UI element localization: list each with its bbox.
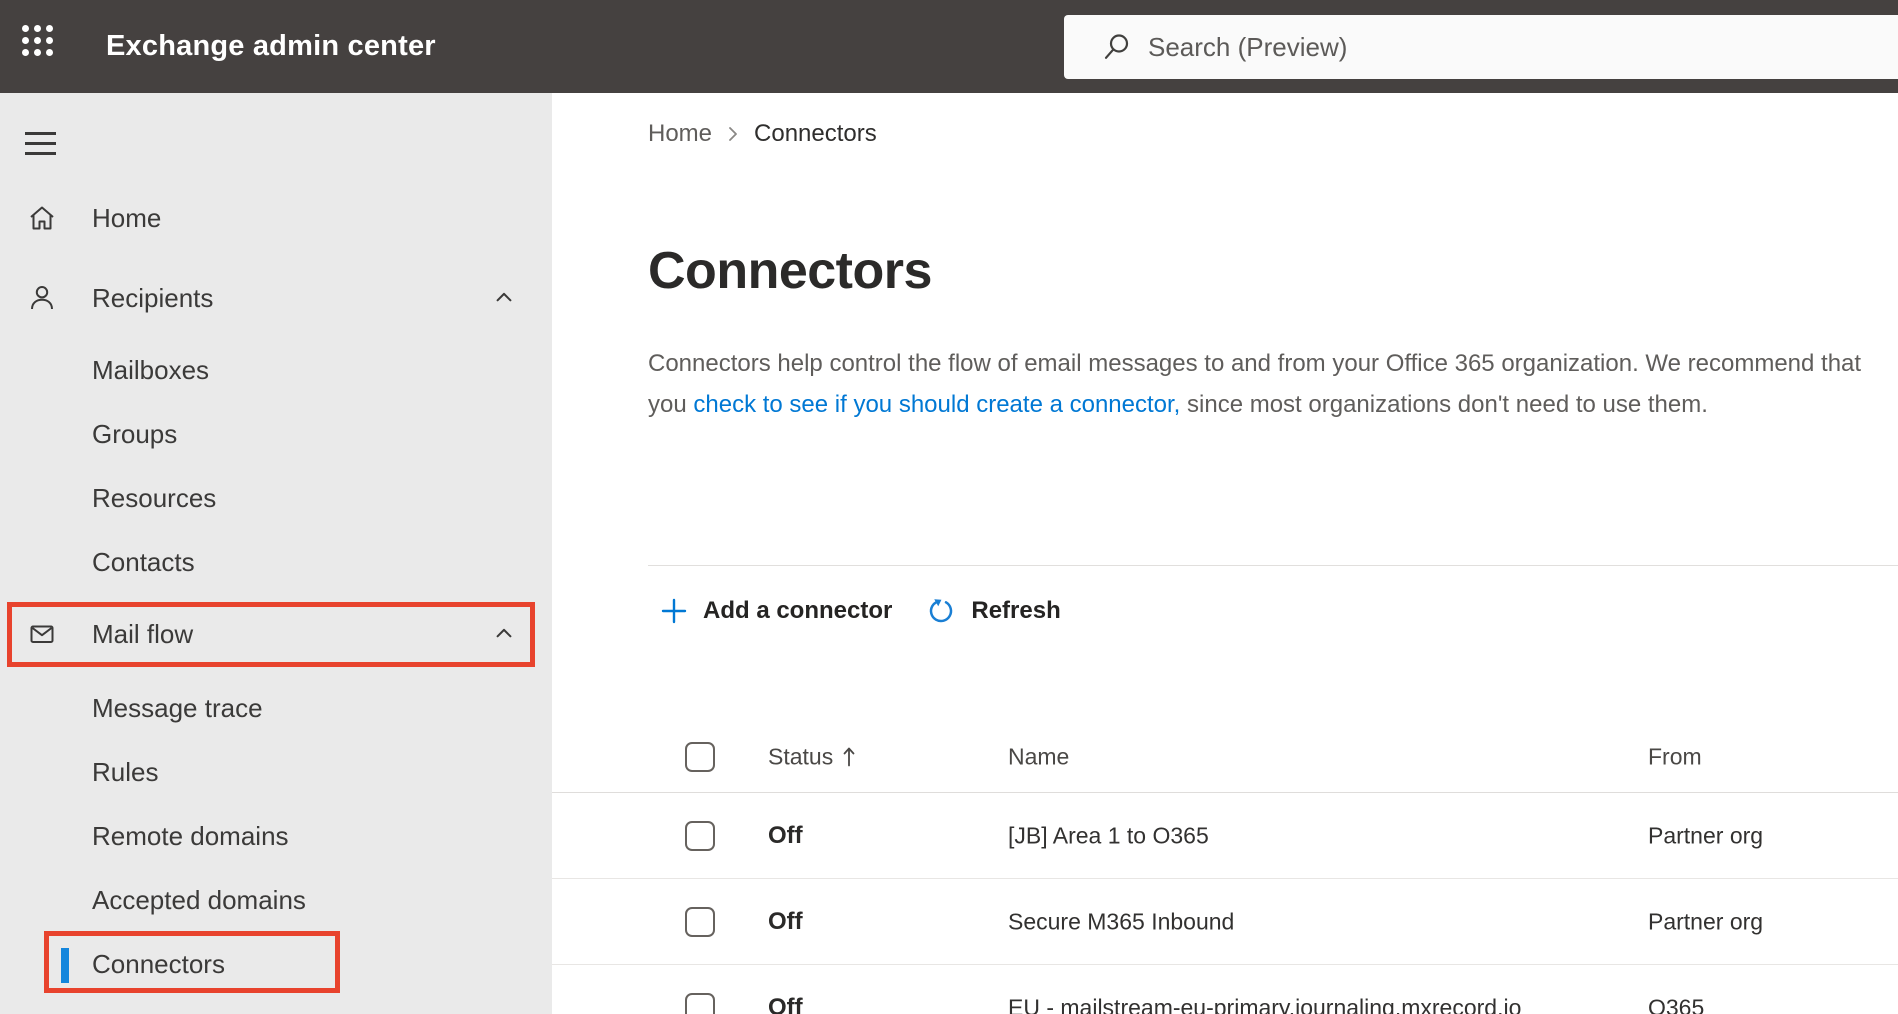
nav-menu-toggle-icon[interactable] [25, 118, 65, 168]
table-row[interactable]: Off EU - mailstream-eu-primary.journalin… [552, 965, 1898, 1014]
breadcrumb-home[interactable]: Home [648, 120, 712, 148]
sidebar-item-label: Contacts [92, 546, 195, 577]
sidebar-item-mail-flow[interactable]: Mail flow [0, 602, 552, 666]
sidebar-item-accepted-domains[interactable]: Accepted domains [0, 868, 552, 932]
sidebar-item-label: Connectors [92, 948, 225, 979]
table-row[interactable]: Off Secure M365 Inbound Partner org [552, 879, 1898, 965]
refresh-label: Refresh [971, 597, 1061, 624]
app-title: Exchange admin center [106, 30, 436, 62]
sidebar-item-label: Mail flow [92, 618, 194, 649]
create-connector-check-link[interactable]: check to see if you should create a conn… [693, 391, 1180, 418]
main-content: Home Connectors Connectors Connectors he… [552, 93, 1898, 1014]
envelope-icon [27, 619, 57, 649]
add-connector-button[interactable]: Add a connector [660, 597, 892, 625]
home-icon [27, 203, 57, 233]
search-placeholder: Search (Preview) [1148, 31, 1348, 62]
toolbar: Add a connector Refresh [660, 585, 1061, 637]
chevron-right-icon [729, 127, 737, 141]
person-icon [27, 283, 57, 313]
breadcrumb: Home Connectors [648, 118, 877, 150]
sort-ascending-icon [843, 747, 855, 767]
sidebar-item-message-trace[interactable]: Message trace [0, 676, 552, 740]
sidebar-item-label: Recipients [92, 282, 214, 313]
column-header-status[interactable]: Status [768, 743, 833, 770]
sidebar-item-label: Home [92, 202, 162, 233]
row-checkbox[interactable] [685, 906, 715, 937]
table-header: Status Name From [552, 721, 1898, 793]
toolbar-top-divider [648, 565, 1898, 566]
sidebar-item-label: Accepted domains [92, 884, 306, 915]
row-checkbox[interactable] [685, 992, 715, 1014]
selected-item-indicator [61, 948, 69, 983]
sidebar-item-home[interactable]: Home [0, 186, 552, 250]
sidebar-item-resources[interactable]: Resources [0, 466, 552, 530]
sidebar-item-label: Remote domains [92, 820, 289, 851]
row-name: Secure M365 Inbound [1008, 908, 1235, 934]
breadcrumb-current: Connectors [754, 120, 877, 147]
row-from: Partner org [1648, 908, 1764, 934]
description-text-after: since most organizations don't need to u… [1180, 391, 1708, 418]
sidebar-item-connectors[interactable]: Connectors [0, 932, 552, 996]
sidebar-nav: Home Recipients Mailboxes Groups Resourc… [0, 93, 552, 1014]
sidebar-item-contacts[interactable]: Contacts [0, 530, 552, 594]
refresh-button[interactable]: Refresh [926, 596, 1061, 626]
sidebar-item-remote-domains[interactable]: Remote domains [0, 804, 552, 868]
sidebar-item-label: Resources [92, 482, 217, 513]
table-body: Off [JB] Area 1 to O365 Partner org Off … [552, 793, 1898, 1014]
plus-icon [661, 598, 687, 624]
row-status: Off [768, 821, 803, 849]
row-from: Partner org [1648, 822, 1764, 848]
search-icon [1104, 34, 1129, 59]
refresh-icon [930, 599, 953, 623]
chevron-up-icon [493, 287, 515, 309]
table-row[interactable]: Off [JB] Area 1 to O365 Partner org [552, 793, 1898, 879]
add-connector-label: Add a connector [703, 597, 893, 624]
select-all-checkbox[interactable] [685, 741, 715, 772]
column-header-name[interactable]: Name [1008, 743, 1069, 769]
sidebar-item-label: Groups [92, 418, 178, 449]
sidebar-item-label: Message trace [92, 692, 263, 723]
sidebar-item-recipients[interactable]: Recipients [0, 266, 552, 330]
search-input[interactable]: Search (Preview) [1064, 15, 1898, 79]
row-status: Off [768, 993, 803, 1014]
row-checkbox[interactable] [685, 820, 715, 851]
sidebar-item-label: Rules [92, 756, 159, 787]
chevron-up-icon [493, 623, 515, 645]
column-header-from[interactable]: From [1648, 743, 1702, 769]
row-from: O365 [1648, 994, 1705, 1014]
sidebar-item-groups[interactable]: Groups [0, 402, 552, 466]
row-status: Off [768, 907, 803, 935]
sidebar-item-rules[interactable]: Rules [0, 740, 552, 804]
row-name: [JB] Area 1 to O365 [1008, 822, 1209, 848]
row-name: EU - mailstream-eu-primary.journaling.mx… [1008, 994, 1522, 1014]
page-description: Connectors help control the flow of emai… [648, 343, 1883, 425]
page-title: Connectors [648, 242, 932, 300]
top-app-bar: Exchange admin center Search (Preview) [0, 0, 1898, 93]
app-launcher-icon[interactable] [22, 25, 53, 56]
sidebar-item-mailboxes[interactable]: Mailboxes [0, 338, 552, 402]
sidebar-item-label: Mailboxes [92, 354, 210, 385]
